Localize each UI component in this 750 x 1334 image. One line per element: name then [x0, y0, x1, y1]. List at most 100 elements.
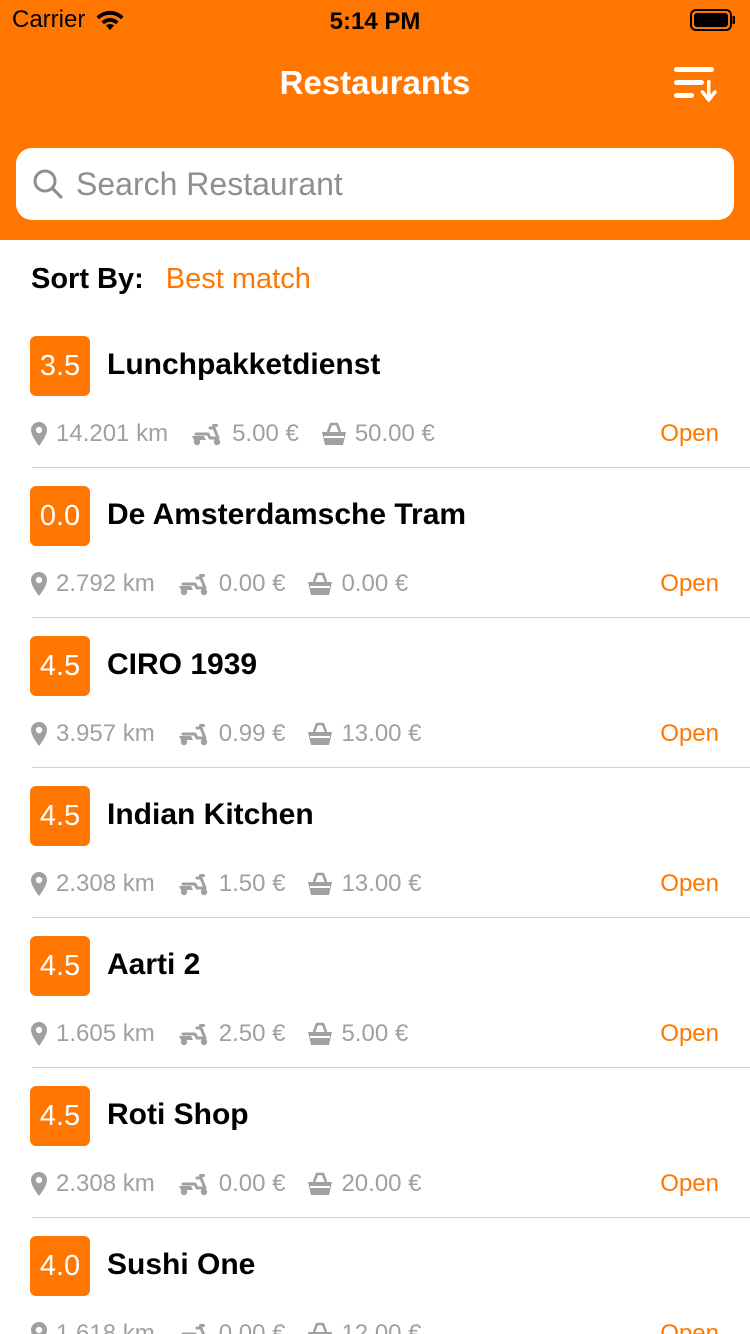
- search-input[interactable]: [76, 165, 676, 203]
- restaurant-meta: 2.308 km 0.00 € 20.00 €: [30, 1164, 444, 1204]
- header: Carrier 5:14 PM Restaurants: [0, 0, 750, 240]
- min-order-group: 13.00 €: [307, 870, 422, 898]
- scooter-icon: [178, 1024, 207, 1046]
- min-order-group: 20.00 €: [307, 1170, 422, 1198]
- location-pin-icon: [31, 1022, 47, 1046]
- distance-value: 2.308 km: [56, 870, 155, 897]
- distance-group: 2.308 km: [30, 1170, 155, 1198]
- screen: Carrier 5:14 PM Restaurants Search Resta…: [0, 0, 750, 1334]
- delivery-cost-group: 0.99 €: [177, 720, 286, 748]
- open-status: Open: [660, 720, 719, 747]
- distance-value: 3.957 km: [56, 720, 155, 747]
- open-status: Open: [660, 570, 719, 597]
- scooter-icon: [192, 424, 221, 446]
- min-order-value: 13.00 €: [341, 870, 422, 897]
- restaurant-meta: 1.618 km 0.00 € 12.00 €: [30, 1314, 444, 1334]
- restaurant-meta: 14.201 km 5.00 € 50.00 €: [30, 414, 457, 454]
- restaurant-name: De Amsterdamsche Tram: [107, 498, 467, 531]
- search-icon: [33, 169, 63, 199]
- open-status: Open: [660, 1170, 719, 1197]
- restaurant-row[interactable]: 4.5 CIRO 1939 3.957 km 0.99 € 13.00 € Op…: [0, 618, 750, 768]
- sort-label: Sort By:: [31, 262, 144, 295]
- rating-badge: 4.5: [30, 936, 90, 996]
- open-status: Open: [660, 1020, 719, 1047]
- restaurant-list: 3.5 Lunchpakketdienst 14.201 km 5.00 € 5…: [0, 318, 750, 1334]
- min-order-group: 13.00 €: [307, 720, 422, 748]
- restaurant-row[interactable]: 3.5 Lunchpakketdienst 14.201 km 5.00 € 5…: [0, 318, 750, 468]
- basket-icon: [308, 1322, 333, 1334]
- basket-icon: [308, 1022, 333, 1045]
- restaurant-meta: 2.308 km 1.50 € 13.00 €: [30, 864, 444, 904]
- restaurant-name: Roti Shop: [107, 1098, 249, 1131]
- min-order-group: 0.00 €: [307, 570, 408, 598]
- distance-group: 1.618 km: [30, 1320, 155, 1334]
- delivery-cost-value: 1.50 €: [218, 870, 286, 897]
- min-order-value: 0.00 €: [341, 570, 409, 597]
- distance-value: 1.618 km: [56, 1320, 155, 1334]
- open-status: Open: [660, 1320, 719, 1334]
- status-bar: Carrier 5:14 PM: [0, 0, 750, 40]
- scooter-icon: [178, 574, 207, 596]
- min-order-value: 12.00 €: [341, 1320, 422, 1334]
- scooter-icon: [178, 724, 207, 746]
- restaurant-row[interactable]: 0.0 De Amsterdamsche Tram 2.792 km 0.00 …: [0, 468, 750, 618]
- rating-badge: 0.0: [30, 486, 90, 546]
- restaurant-row[interactable]: 4.5 Roti Shop 2.308 km 0.00 € 20.00 € Op…: [0, 1068, 750, 1218]
- distance-value: 2.308 km: [56, 1170, 155, 1197]
- distance-group: 3.957 km: [30, 720, 155, 748]
- min-order-value: 50.00 €: [354, 420, 435, 447]
- min-order-group: 5.00 €: [307, 1020, 408, 1048]
- delivery-cost-group: 1.50 €: [177, 870, 286, 898]
- distance-group: 1.605 km: [30, 1020, 155, 1048]
- distance-group: 14.201 km: [30, 420, 168, 448]
- restaurant-row[interactable]: 4.5 Indian Kitchen 2.308 km 1.50 € 13.00…: [0, 768, 750, 918]
- location-pin-icon: [31, 422, 47, 446]
- delivery-cost-group: 0.00 €: [177, 1320, 286, 1334]
- rating-badge: 4.5: [30, 786, 90, 846]
- location-pin-icon: [31, 572, 47, 596]
- delivery-cost-value: 0.00 €: [218, 1320, 286, 1334]
- rating-badge: 4.5: [30, 1086, 90, 1146]
- delivery-cost-group: 5.00 €: [190, 420, 299, 448]
- scooter-icon: [178, 874, 207, 896]
- location-pin-icon: [31, 872, 47, 896]
- restaurant-row[interactable]: 4.0 Sushi One 1.618 km 0.00 € 12.00 € Op…: [0, 1218, 750, 1334]
- delivery-cost-value: 0.00 €: [218, 1170, 286, 1197]
- distance-value: 14.201 km: [56, 420, 169, 447]
- open-status: Open: [660, 870, 719, 897]
- restaurant-name: Sushi One: [107, 1248, 256, 1281]
- restaurant-meta: 2.792 km 0.00 € 0.00 €: [30, 564, 430, 604]
- basket-icon: [308, 722, 333, 745]
- search-bar[interactable]: [16, 148, 734, 220]
- rating-badge: 3.5: [30, 336, 90, 396]
- min-order-value: 5.00 €: [341, 1020, 409, 1047]
- delivery-cost-group: 0.00 €: [177, 570, 285, 598]
- rating-badge: 4.5: [30, 636, 90, 696]
- delivery-cost-value: 0.99 €: [218, 720, 286, 747]
- sort-menu-icon[interactable]: [674, 64, 718, 104]
- basket-icon: [321, 422, 346, 445]
- page-title: Restaurants: [279, 64, 471, 101]
- restaurant-meta: 3.957 km 0.99 € 13.00 €: [30, 714, 444, 754]
- delivery-cost-group: 2.50 €: [177, 1020, 286, 1048]
- location-pin-icon: [31, 722, 47, 746]
- min-order-group: 50.00 €: [321, 420, 435, 448]
- restaurant-meta: 1.605 km 2.50 € 5.00 €: [30, 1014, 430, 1054]
- distance-group: 2.792 km: [30, 570, 155, 598]
- delivery-cost-value: 5.00 €: [232, 420, 299, 447]
- min-order-value: 13.00 €: [341, 720, 422, 747]
- open-status: Open: [660, 420, 719, 447]
- min-order-value: 20.00 €: [341, 1170, 422, 1197]
- restaurant-name: Indian Kitchen: [107, 798, 314, 831]
- scooter-icon: [178, 1174, 207, 1196]
- distance-value: 2.792 km: [56, 570, 155, 597]
- restaurant-row[interactable]: 4.5 Aarti 2 1.605 km 2.50 € 5.00 € Open: [0, 918, 750, 1068]
- restaurant-name: CIRO 1939: [107, 648, 258, 681]
- nav-bar: Restaurants: [0, 40, 750, 128]
- scooter-icon: [181, 1324, 205, 1334]
- min-order-group: 12.00 €: [307, 1320, 422, 1334]
- delivery-cost-value: 2.50 €: [218, 1020, 286, 1047]
- delivery-cost-group: 0.00 €: [177, 1170, 286, 1198]
- sort-value[interactable]: Best match: [166, 263, 311, 296]
- basket-icon: [308, 1172, 333, 1195]
